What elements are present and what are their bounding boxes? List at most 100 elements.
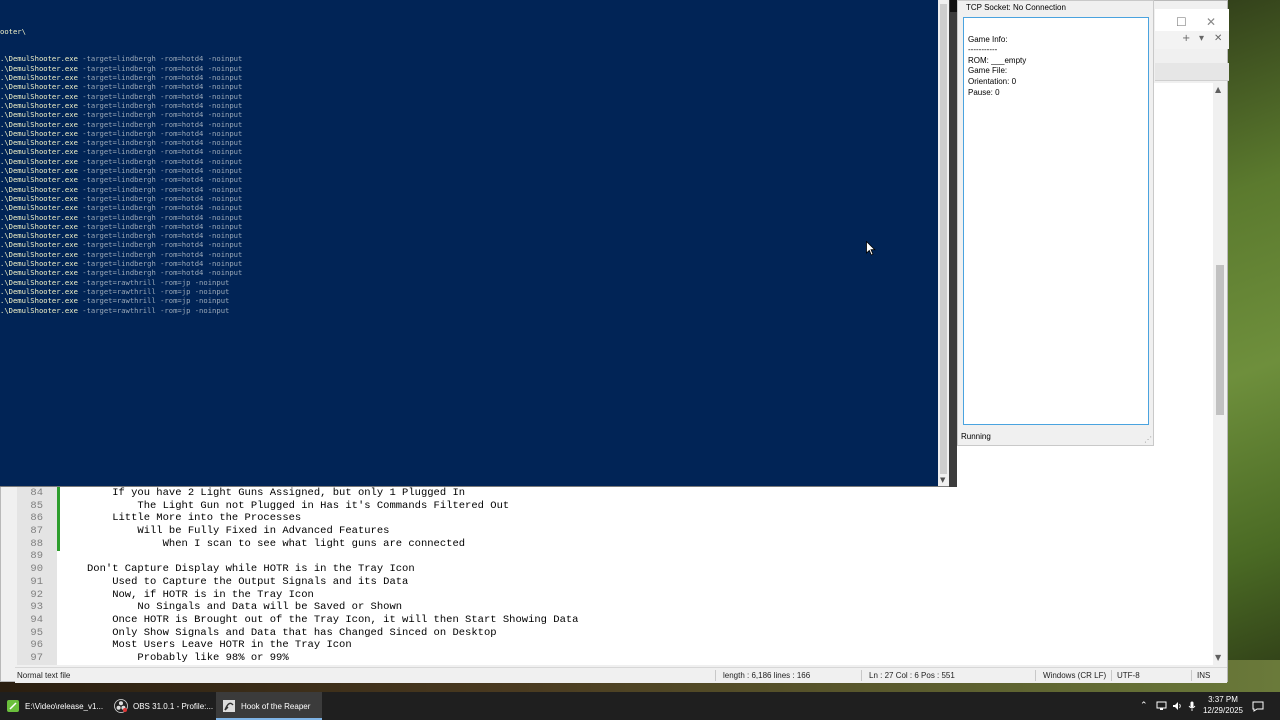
console-path-line: ooter\: [0, 26, 26, 36]
line-number: 95: [30, 626, 43, 639]
console-arguments: -target=lindbergh -rom=hotd4 -noinput: [77, 82, 243, 92]
console-arguments: -target=lindbergh -rom=hotd4 -noinput: [77, 193, 243, 203]
console-line: .\DemulShooter.exe -target=lindbergh -ro…: [0, 175, 242, 184]
console-line: .\DemulShooter.exe -target=rawthrill -ro…: [0, 278, 242, 287]
taskbar: E:\Video\release_v1... OBS 31.0.1 - Prof…: [0, 692, 1280, 720]
microphone-icon[interactable]: [1188, 692, 1196, 720]
console-command: .\DemulShooter.exe: [0, 166, 78, 176]
editor-line[interactable]: 88 When I scan to see what light guns ar…: [17, 538, 1213, 551]
console-line: .\DemulShooter.exe -target=lindbergh -ro…: [0, 231, 242, 240]
taskbar-item-hotr[interactable]: Hook of the Reaper: [216, 692, 322, 720]
scrollbar-thumb[interactable]: [940, 4, 947, 474]
line-number: 84: [30, 487, 43, 499]
console-command: .\DemulShooter.exe: [0, 73, 78, 83]
line-number: 90: [30, 563, 43, 576]
line-text: If you have 2 Light Guns Assigned, but o…: [87, 487, 466, 499]
editor-line[interactable]: 92 Now, if HOTR is in the Tray Icon: [17, 589, 1213, 602]
console-command: .\DemulShooter.exe: [0, 91, 78, 101]
obs-icon: [114, 699, 128, 713]
powershell-window[interactable]: ooter\ .\DemulShooter.exe -target=lindbe…: [0, 0, 950, 487]
taskbar-item-label: E:\Video\release_v1...: [25, 701, 104, 711]
chevron-up-icon[interactable]: ⌃: [1140, 692, 1148, 720]
hotr-window[interactable]: TCP Socket: No Connection Game Info: ----…: [957, 0, 1154, 446]
console-command: .\DemulShooter.exe: [0, 277, 78, 287]
console-line: .\DemulShooter.exe -target=lindbergh -ro…: [0, 129, 242, 138]
console-arguments: -target=lindbergh -rom=hotd4 -noinput: [77, 203, 243, 213]
console-command: .\DemulShooter.exe: [0, 110, 78, 120]
line-number: 97: [30, 651, 43, 664]
console-arguments: -target=lindbergh -rom=hotd4 -noinput: [77, 73, 243, 83]
line-number: 86: [30, 512, 43, 525]
editor-line[interactable]: 95 Only Show Signals and Data that has C…: [17, 627, 1213, 640]
console-arguments: -target=lindbergh -rom=hotd4 -noinput: [77, 221, 243, 231]
editor-line[interactable]: 87 Will be Fully Fixed in Advanced Featu…: [17, 525, 1213, 538]
editor-line[interactable]: 91 Used to Capture the Output Signals an…: [17, 576, 1213, 589]
taskbar-item-notepadpp[interactable]: E:\Video\release_v1...: [0, 692, 106, 720]
editor-line[interactable]: 93 No Singals and Data will be Saved or …: [17, 601, 1213, 614]
editor-scrollbar[interactable]: ▲ ▼: [1213, 83, 1227, 665]
editor-line[interactable]: 89: [17, 550, 1213, 563]
editor-line[interactable]: 90 Don't Capture Display while HOTR is in…: [17, 563, 1213, 576]
line-number: 91: [30, 575, 43, 588]
editor-lines: 84 If you have 2 Light Guns Assigned, bu…: [17, 487, 1213, 665]
console-arguments: -target=lindbergh -rom=hotd4 -noinput: [77, 240, 243, 250]
console-line: .\DemulShooter.exe -target=lindbergh -ro…: [0, 194, 242, 203]
console-line: .\DemulShooter.exe -target=lindbergh -ro…: [0, 222, 242, 231]
line-text: Used to Capture the Output Signals and i…: [87, 575, 409, 588]
scroll-down-icon[interactable]: ▼: [1215, 653, 1221, 662]
line-number: 93: [30, 601, 43, 614]
close-icon[interactable]: ✕: [1206, 15, 1216, 29]
maximize-icon[interactable]: ☐: [1176, 15, 1187, 29]
taskbar-item-obs[interactable]: OBS 31.0.1 - Profile:...: [108, 692, 214, 720]
line-text: Now, if HOTR is in the Tray Icon: [87, 588, 314, 601]
console-arguments: -target=rawthrill -rom=jp -noinput: [77, 296, 230, 306]
new-tab-button[interactable]: +: [1182, 33, 1190, 44]
editor-line[interactable]: 96 Most Users Leave HOTR in the Tray Ico…: [17, 639, 1213, 652]
game-info-line: Orientation: 0: [968, 76, 1017, 86]
editor-line[interactable]: 86 Little More into the Processes: [17, 512, 1213, 525]
console-line: .\DemulShooter.exe -target=lindbergh -ro…: [0, 92, 242, 101]
tab-list-button[interactable]: ▾: [1199, 33, 1204, 44]
console-command: .\DemulShooter.exe: [0, 147, 78, 157]
status-insert-mode: INS: [1197, 671, 1211, 680]
console-arguments: -target=lindbergh -rom=hotd4 -noinput: [77, 100, 243, 110]
game-info-panel[interactable]: Game Info: ----------- ROM: ___empty Game F…: [963, 17, 1149, 425]
scroll-up-icon[interactable]: ▲: [1215, 85, 1221, 94]
hotr-icon: [222, 699, 236, 713]
line-number: 92: [30, 588, 43, 601]
console-command: .\DemulShooter.exe: [0, 54, 78, 64]
console-line: .\DemulShooter.exe -target=lindbergh -ro…: [0, 259, 242, 268]
clock-date: 12/29/2025: [1202, 706, 1244, 715]
network-icon[interactable]: [1156, 692, 1167, 720]
console-arguments: -target=lindbergh -rom=hotd4 -noinput: [77, 128, 243, 138]
console-command: .\DemulShooter.exe: [0, 63, 78, 73]
scroll-down-icon[interactable]: ▼: [940, 476, 945, 484]
console-line: .\DemulShooter.exe -target=rawthrill -ro…: [0, 296, 242, 305]
notifications-icon[interactable]: [1252, 692, 1264, 720]
editor-line[interactable]: 97 Probably like 98% or 99%: [17, 652, 1213, 665]
console-command: .\DemulShooter.exe: [0, 193, 78, 203]
window-edge-handle: [950, 0, 957, 12]
console-command: .\DemulShooter.exe: [0, 128, 78, 138]
status-file-type: Normal text file: [17, 671, 71, 680]
console-command: .\DemulShooter.exe: [0, 249, 78, 259]
scrollbar-thumb[interactable]: [1216, 265, 1224, 415]
system-clock[interactable]: 3:37 PM 12/29/2025: [1198, 694, 1248, 716]
console-output: ooter\ .\DemulShooter.exe -target=lindbe…: [0, 8, 242, 315]
editor-line[interactable]: 84 If you have 2 Light Guns Assigned, bu…: [17, 487, 1213, 500]
resize-grip-icon[interactable]: ⋰: [1144, 435, 1152, 444]
console-line: .\DemulShooter.exe -target=lindbergh -ro…: [0, 185, 242, 194]
line-number: 87: [30, 525, 43, 538]
console-arguments: -target=lindbergh -rom=hotd4 -noinput: [77, 175, 243, 185]
console-arguments: -target=lindbergh -rom=hotd4 -noinput: [77, 249, 243, 259]
console-command: .\DemulShooter.exe: [0, 184, 78, 194]
console-arguments: -target=lindbergh -rom=hotd4 -noinput: [77, 63, 243, 73]
window-edge: [949, 0, 957, 487]
console-arguments: -target=rawthrill -rom=jp -noinput: [77, 286, 230, 296]
editor-line[interactable]: 85 The Light Gun not Plugged in Has it's…: [17, 500, 1213, 513]
editor-line[interactable]: 94 Once HOTR is Brought out of the Tray …: [17, 614, 1213, 627]
console-scrollbar[interactable]: ▼: [938, 0, 949, 486]
volume-icon[interactable]: [1172, 692, 1183, 720]
close-tab-button[interactable]: ✕: [1214, 33, 1222, 44]
line-text: Will be Fully Fixed in Advanced Features: [87, 525, 390, 538]
